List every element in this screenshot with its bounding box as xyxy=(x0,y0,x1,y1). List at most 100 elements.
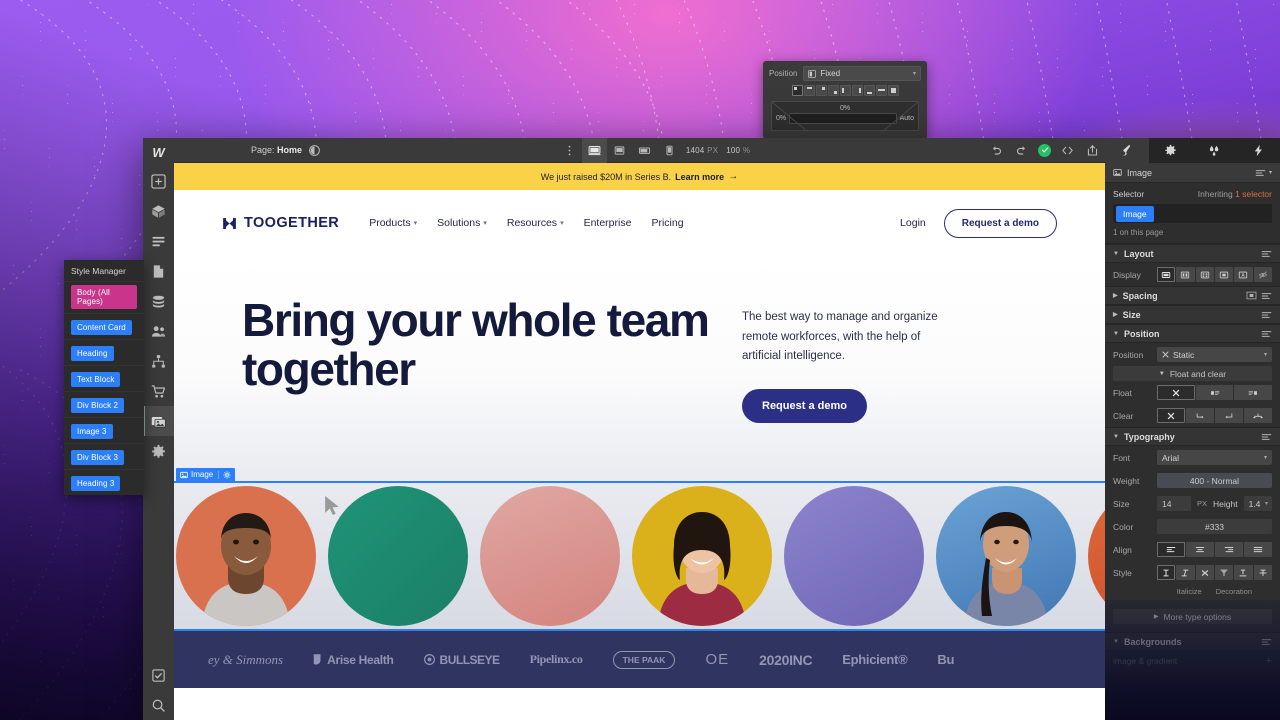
no-decoration-icon[interactable] xyxy=(1195,565,1214,580)
breakpoint-desktop-icon[interactable] xyxy=(581,138,607,163)
strikethrough-icon[interactable] xyxy=(1253,565,1272,580)
ecommerce-cart-icon[interactable] xyxy=(143,376,174,406)
style-tag[interactable]: Div Block 3 xyxy=(71,450,125,465)
align-center-icon[interactable] xyxy=(1186,542,1214,557)
float-offset-input[interactable] xyxy=(789,113,897,124)
align-right-icon[interactable] xyxy=(1215,542,1243,557)
section-header-typography[interactable]: ▼ Typography xyxy=(1105,427,1280,446)
sitemap-icon[interactable] xyxy=(143,346,174,376)
style-manager-item[interactable]: Heading 3 xyxy=(64,469,144,495)
align-options[interactable] xyxy=(1157,542,1272,557)
left-toolbar-rail[interactable]: W xyxy=(143,138,174,720)
anchor-top-left-icon[interactable] xyxy=(791,85,803,96)
style-tag[interactable]: Heading xyxy=(71,346,114,361)
display-options[interactable]: A xyxy=(1157,267,1272,282)
style-manager-item[interactable]: Text Block xyxy=(64,365,144,391)
components-box-icon[interactable] xyxy=(143,196,174,226)
align-left-icon[interactable] xyxy=(1157,542,1185,557)
publish-export-icon[interactable] xyxy=(1080,138,1105,163)
float-position-select[interactable]: Fixed ▾ xyxy=(803,66,921,81)
section-header-spacing[interactable]: ▶ Spacing xyxy=(1105,286,1280,305)
nav-item-solutions[interactable]: Solutions ▾ xyxy=(437,217,487,229)
section-header-backgrounds[interactable]: ▼ Backgrounds xyxy=(1105,632,1280,651)
add-background-icon[interactable]: + xyxy=(1266,655,1272,667)
font-size-input[interactable]: 14 xyxy=(1157,496,1191,511)
anchor-bottom-right-icon[interactable] xyxy=(827,85,839,96)
site-nav-links[interactable]: Products ▾ Solutions ▾ Resources ▾ Enterpri… xyxy=(369,217,683,229)
align-justify-icon[interactable] xyxy=(1244,542,1272,557)
request-demo-hero-button[interactable]: Request a demo xyxy=(742,388,867,423)
clear-both-icon[interactable] xyxy=(1244,408,1272,423)
tab-interactions[interactable] xyxy=(1193,138,1237,163)
canvas-width-readout[interactable]: 1404 PX xyxy=(686,145,718,155)
style-manager-item[interactable]: Div Block 3 xyxy=(64,443,144,469)
tab-settings[interactable] xyxy=(1149,138,1193,163)
float-anchor-icons[interactable] xyxy=(763,83,927,98)
webflow-logo-icon[interactable]: W xyxy=(143,138,174,166)
display-block-icon[interactable] xyxy=(1157,267,1176,282)
avatar-strip[interactable] xyxy=(174,481,1105,631)
underline-icon[interactable] xyxy=(1234,565,1253,580)
redo-icon[interactable] xyxy=(1009,138,1034,163)
font-select[interactable]: Arial ▾ xyxy=(1157,450,1272,465)
display-inline-icon[interactable]: A xyxy=(1234,267,1253,282)
breakpoint-mobile-landscape-icon[interactable] xyxy=(632,138,657,163)
floating-position-panel[interactable]: Position Fixed ▾ 0% 0% Auto xyxy=(763,61,927,139)
style-manager-item[interactable]: Heading xyxy=(64,339,144,365)
site-logo[interactable]: TOOGETHER xyxy=(222,215,339,231)
selected-element-settings-gear-icon[interactable] xyxy=(218,470,235,479)
style-panel[interactable]: Image ▾ Selector Inheriting 1 selector I… xyxy=(1105,138,1280,720)
float-offsets-box[interactable]: 0% 0% Auto xyxy=(771,101,919,132)
nav-item-pricing[interactable]: Pricing xyxy=(651,217,683,229)
breakpoint-mobile-portrait-icon[interactable] xyxy=(657,138,682,163)
display-grid-icon[interactable] xyxy=(1195,267,1214,282)
position-options-icon[interactable] xyxy=(1261,330,1272,338)
anchor-fill-icon[interactable] xyxy=(887,85,899,96)
style-tag[interactable]: Content Card xyxy=(71,320,132,335)
site-canvas[interactable]: We just raised $20M in Series B. Learn m… xyxy=(174,163,1105,720)
style-manager-item[interactable]: Content Card xyxy=(64,313,144,339)
search-icon[interactable] xyxy=(143,690,174,720)
audit-checkbox-icon[interactable] xyxy=(143,660,174,690)
display-none-icon[interactable] xyxy=(1253,267,1272,282)
clear-none-icon[interactable] xyxy=(1157,408,1185,423)
tab-style[interactable] xyxy=(1105,138,1149,163)
anchor-top-icon[interactable] xyxy=(803,85,815,96)
spacing-actions[interactable] xyxy=(1246,291,1272,300)
display-flex-icon[interactable] xyxy=(1176,267,1195,282)
request-demo-nav-button[interactable]: Request a demo xyxy=(943,208,1057,238)
float-options[interactable] xyxy=(1157,385,1273,400)
tab-effects[interactable] xyxy=(1236,138,1280,163)
float-left-icon[interactable] xyxy=(1195,385,1234,400)
navigator-layers-icon[interactable] xyxy=(143,226,174,256)
nav-item-resources[interactable]: Resources ▾ xyxy=(507,217,564,229)
selector-input-box[interactable]: Image xyxy=(1113,204,1272,223)
selected-element-badge[interactable]: Image xyxy=(176,468,236,481)
section-header-layout[interactable]: ▼ Layout xyxy=(1105,244,1280,263)
anchor-top-right-icon[interactable] xyxy=(815,85,827,96)
style-options[interactable] xyxy=(1157,565,1272,580)
style-manager-item[interactable]: Div Block 2 xyxy=(64,391,144,417)
more-type-options-toggle[interactable]: ▶ More type options xyxy=(1113,609,1272,624)
style-tag[interactable]: Body (All Pages) xyxy=(71,285,137,309)
line-height-input[interactable]: 1.4 ▾ xyxy=(1243,496,1272,511)
anchor-right-icon[interactable] xyxy=(851,85,863,96)
position-select[interactable]: Static ▾ xyxy=(1157,347,1272,362)
style-manager-item[interactable]: Body (All Pages) xyxy=(64,281,144,313)
float-none-icon[interactable] xyxy=(1157,385,1195,400)
nav-item-enterprise[interactable]: Enterprise xyxy=(584,217,632,229)
float-right-icon[interactable] xyxy=(1234,385,1273,400)
nav-item-products[interactable]: Products ▾ xyxy=(369,217,417,229)
undo-icon[interactable] xyxy=(984,138,1009,163)
style-tag[interactable]: Heading 3 xyxy=(71,476,121,491)
pages-icon[interactable] xyxy=(143,256,174,286)
section-header-position[interactable]: ▼ Position xyxy=(1105,324,1280,343)
style-manager-panel[interactable]: Style Manager Body (All Pages) Content C… xyxy=(64,260,144,495)
anchor-left-icon[interactable] xyxy=(839,85,851,96)
font-size-unit[interactable]: PX xyxy=(1197,499,1207,508)
weight-select[interactable]: 400 - Normal xyxy=(1157,473,1272,488)
banner-link[interactable]: Learn more xyxy=(675,172,724,182)
anchor-bottom-icon[interactable] xyxy=(863,85,875,96)
assets-icon[interactable] xyxy=(143,406,174,436)
announcement-banner[interactable]: We just raised $20M in Series B. Learn m… xyxy=(174,163,1105,190)
